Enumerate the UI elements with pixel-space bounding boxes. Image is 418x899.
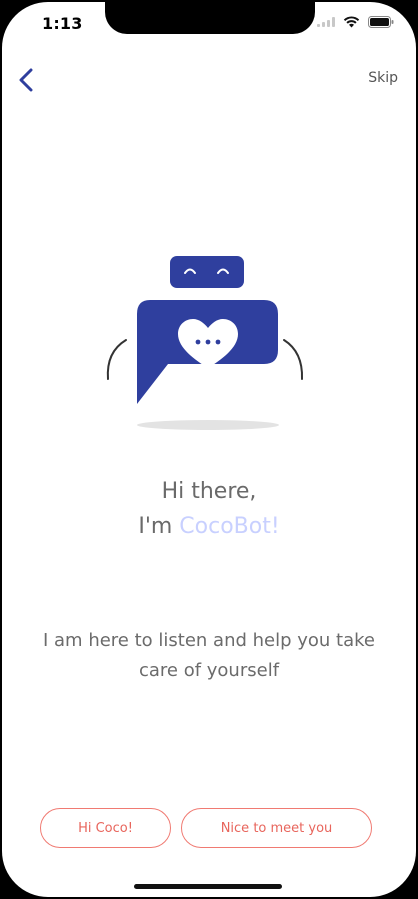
quick-replies: Hi Coco! Nice to meet you: [40, 808, 372, 848]
battery-icon: [368, 16, 394, 28]
intro-prefix: I'm: [138, 514, 180, 539]
home-indicator[interactable]: [134, 884, 282, 889]
phone-screen: 1:13 Skip Hi there, I'm CocoBot! I am he…: [2, 2, 416, 897]
quick-reply-nice-to-meet-you[interactable]: Nice to meet you: [181, 808, 372, 848]
bot-name: CocoBot!: [179, 514, 280, 539]
back-button[interactable]: [12, 64, 40, 96]
skip-button[interactable]: Skip: [368, 70, 398, 86]
quick-reply-hi-coco[interactable]: Hi Coco!: [40, 808, 171, 848]
cellular-signal-icon: [317, 17, 335, 27]
greeting-line: Hi there,: [161, 479, 257, 504]
chevron-left-icon: [19, 68, 33, 92]
intro-message: I am here to listen and help you take ca…: [43, 630, 375, 681]
status-time: 1:13: [42, 14, 83, 33]
wifi-icon: [343, 16, 360, 28]
robot-chat-bubble-illustration: [100, 252, 310, 441]
bot-intro-line: I'm CocoBot!: [2, 509, 416, 544]
device-notch: [105, 2, 315, 34]
greeting-headline: Hi there, I'm CocoBot!: [2, 474, 416, 544]
status-icons: [317, 16, 394, 28]
